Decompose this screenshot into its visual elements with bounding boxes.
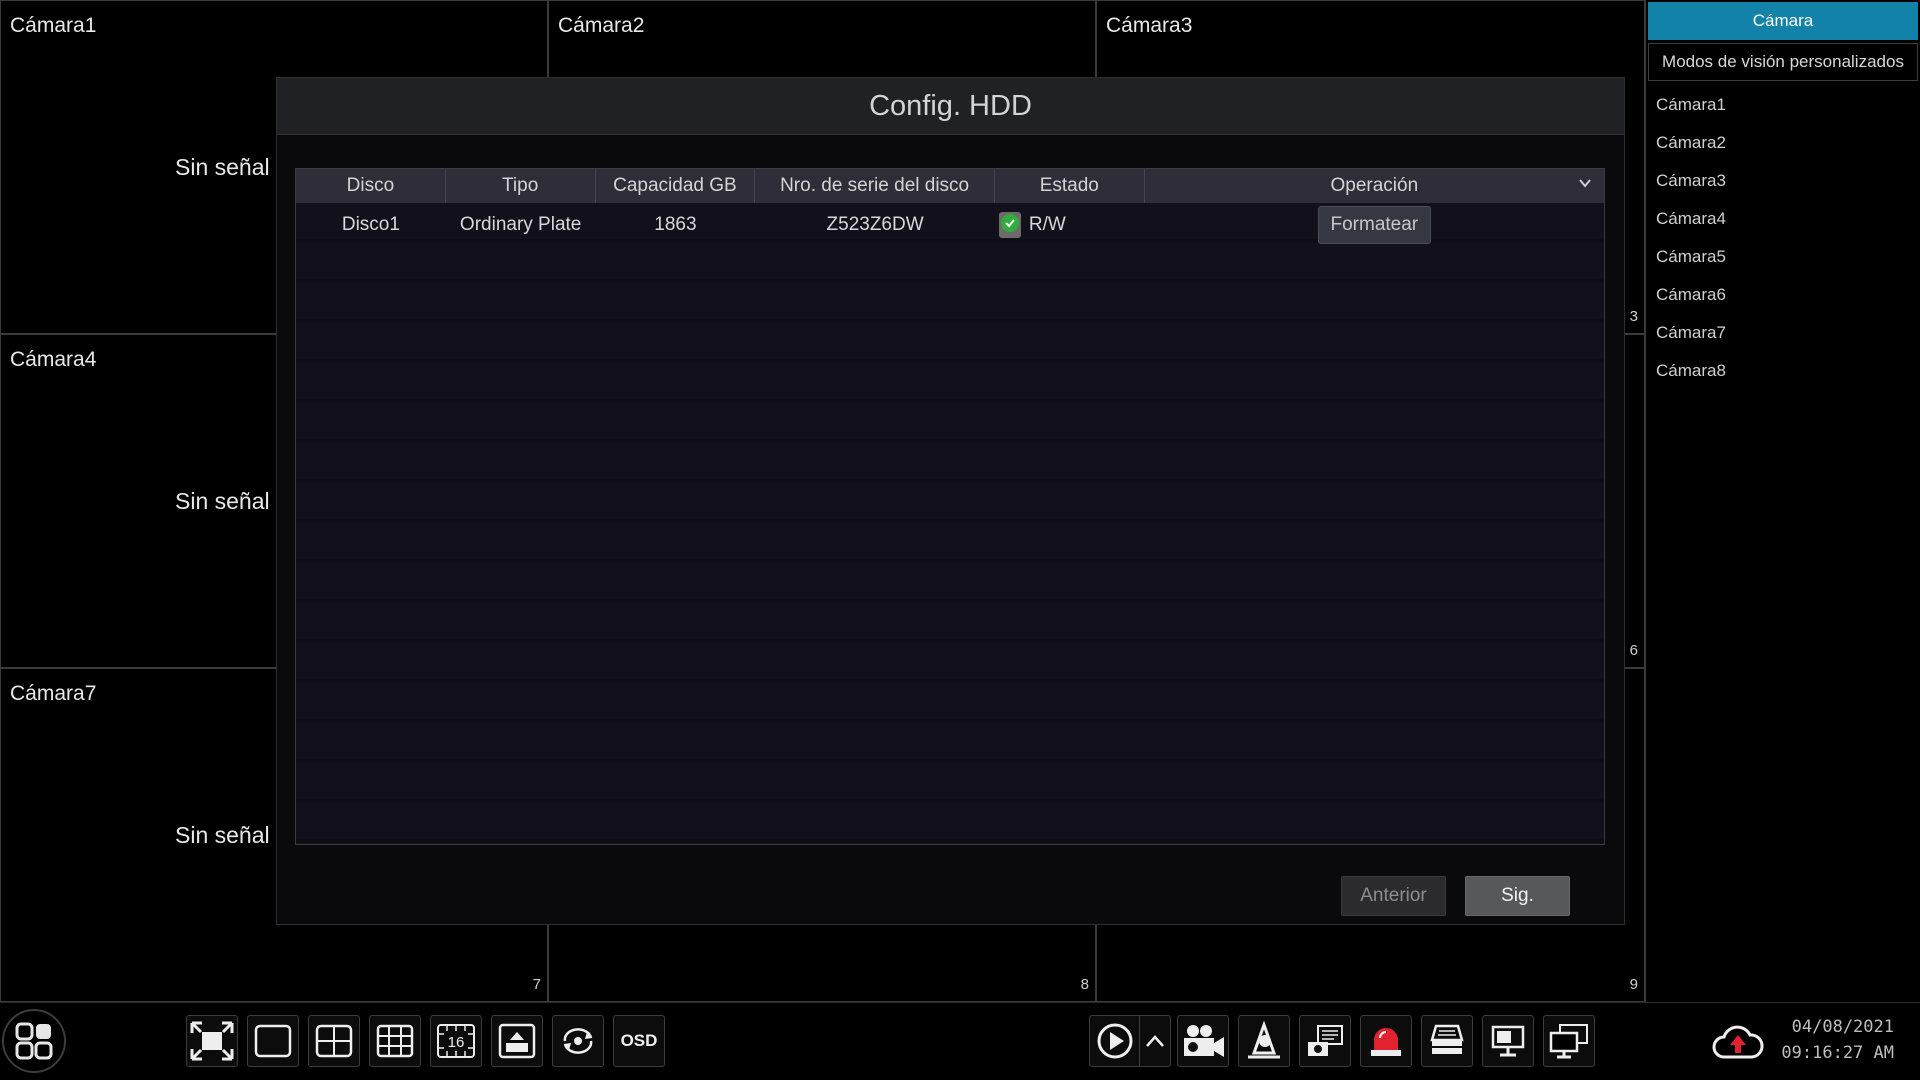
no-signal-label: Sin señal: [175, 488, 270, 514]
date-text: 04/08/2021: [1791, 1017, 1894, 1037]
format-button[interactable]: Formatear: [1317, 206, 1431, 244]
cloud-upgrade-icon[interactable]: [1712, 1023, 1764, 1068]
cell-capacity: 1863: [654, 214, 697, 235]
table-body-background: [296, 203, 1604, 844]
cell-number: 9: [1629, 976, 1638, 993]
osd-button[interactable]: OSD: [613, 1015, 665, 1067]
camera-list-item[interactable]: Cámara1: [1646, 86, 1920, 124]
camera-list-item[interactable]: Cámara7: [1646, 314, 1920, 352]
column-header-disk[interactable]: Disco: [296, 169, 446, 203]
camera-side-panel: Cámara Modos de visión personalizados Cá…: [1645, 0, 1920, 1002]
column-header-capacity[interactable]: Capacidad GB: [596, 169, 756, 203]
cell-type: Ordinary Plate: [459, 214, 582, 235]
cell-number: 8: [1080, 976, 1089, 993]
table-header: Disco Tipo Capacidad GB Nro. de serie de…: [296, 169, 1604, 203]
column-header-operation[interactable]: Operación: [1145, 169, 1604, 203]
column-header-status[interactable]: Estado: [995, 169, 1145, 203]
fullscreen-icon[interactable]: [186, 1015, 238, 1067]
no-signal-label: Sin señal: [175, 822, 270, 848]
no-signal-label: Sin señal: [175, 154, 270, 180]
cell-serial: Z523Z6DW: [826, 214, 924, 235]
snapshot-icon[interactable]: [1299, 1015, 1351, 1067]
cell-status: R/W: [995, 203, 1145, 247]
status-text: R/W: [1028, 214, 1066, 235]
layout-4-icon[interactable]: [308, 1015, 360, 1067]
column-header-operation-label: Operación: [1330, 175, 1419, 196]
layout-16-icon[interactable]: 16: [430, 1015, 482, 1067]
cell-operation: Formatear: [1145, 203, 1604, 247]
camera-list-item[interactable]: Cámara6: [1646, 276, 1920, 314]
camera-list-item[interactable]: Cámara2: [1646, 124, 1920, 162]
layout-16-label: 16: [448, 1034, 465, 1051]
disk-table: Disco Tipo Capacidad GB Nro. de serie de…: [295, 168, 1605, 845]
tab-camera[interactable]: Cámara: [1648, 2, 1918, 40]
camera-list-item[interactable]: Cámara4: [1646, 200, 1920, 238]
camera-name: Cámara7: [10, 682, 97, 705]
previous-button[interactable]: Anterior: [1341, 876, 1446, 916]
cell-number: 3: [1629, 308, 1638, 325]
network-icon[interactable]: [1482, 1015, 1534, 1067]
camera-list: Cámara1 Cámara2 Cámara3 Cámara4 Cámara5 …: [1646, 86, 1920, 390]
chevron-down-icon[interactable]: [1578, 176, 1592, 190]
column-header-type[interactable]: Tipo: [446, 169, 596, 203]
chevron-up-icon[interactable]: [1139, 1015, 1171, 1067]
cell-number: 6: [1629, 642, 1638, 659]
date-time-display: 04/08/2021 09:16:27 AM: [1781, 1014, 1894, 1066]
disk-icon[interactable]: [1421, 1015, 1473, 1067]
camera-list-item[interactable]: Cámara8: [1646, 352, 1920, 390]
layout-9-icon[interactable]: [369, 1015, 421, 1067]
cell-disk: Disco1: [341, 214, 400, 235]
alarm-icon[interactable]: [1360, 1015, 1412, 1067]
next-button[interactable]: Sig.: [1465, 876, 1570, 916]
hdd-config-dialog: Config. HDD Disco Tipo Capacidad GB Nro.…: [276, 77, 1625, 925]
display-output-icon[interactable]: [1543, 1015, 1595, 1067]
sequence-icon[interactable]: [552, 1015, 604, 1067]
table-row[interactable]: Disco1 Ordinary Plate 1863 Z523Z6DW R/W …: [296, 203, 1604, 247]
status-ok-icon: [998, 212, 1021, 238]
camera-list-item[interactable]: Cámara3: [1646, 162, 1920, 200]
manual-record-icon[interactable]: [1177, 1015, 1229, 1067]
pip-icon[interactable]: [491, 1015, 543, 1067]
column-header-serial[interactable]: Nro. de serie del disco: [755, 169, 995, 203]
dialog-title: Config. HDD: [277, 78, 1624, 135]
main-menu-icon[interactable]: [2, 1009, 66, 1073]
playback-icon[interactable]: [1089, 1015, 1139, 1067]
cell-number: 7: [532, 976, 541, 993]
osd-label: OSD: [620, 1031, 658, 1050]
time-text: 09:16:27 AM: [1781, 1043, 1894, 1063]
bottom-toolbar: 16 OSD 04/08/2021 09:16:27 AM: [0, 1002, 1920, 1080]
camera-name: Cámara3: [1106, 14, 1193, 37]
camera-name: Cámara2: [558, 14, 645, 37]
camera-name: Cámara4: [10, 348, 97, 371]
layout-1-icon[interactable]: [247, 1015, 299, 1067]
camera-list-item[interactable]: Cámara5: [1646, 238, 1920, 276]
tab-custom-views[interactable]: Modos de visión personalizados: [1648, 43, 1918, 81]
camera-name: Cámara1: [10, 14, 97, 37]
ptz-icon[interactable]: [1238, 1015, 1290, 1067]
